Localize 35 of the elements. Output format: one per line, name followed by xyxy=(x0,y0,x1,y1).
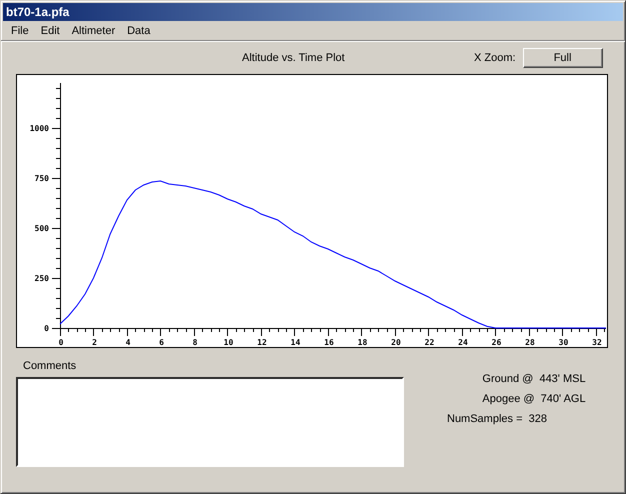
tick-label: 26 xyxy=(492,338,502,347)
stat-text: Apogee @ 740' AGL xyxy=(481,393,587,407)
tick-label: 750 xyxy=(34,174,49,183)
window-title: bt70-1a.pfa xyxy=(6,5,70,19)
tick-label: 30 xyxy=(558,338,568,347)
comments-label: Comments xyxy=(23,360,78,374)
tick-label: 32 xyxy=(592,338,602,347)
tick-label: 24 xyxy=(458,338,468,347)
tick-label: 14 xyxy=(290,338,300,347)
tick-label: 10 xyxy=(224,338,234,347)
tick-label: 8 xyxy=(192,338,198,347)
menu-item[interactable]: Edit xyxy=(34,24,66,36)
zoom-label: X Zoom: xyxy=(474,52,516,64)
tick-label: 250 xyxy=(34,274,49,283)
tick-label: 500 xyxy=(34,224,49,233)
stat-text: Ground @ 443' MSL xyxy=(481,373,587,387)
tick-label: 6 xyxy=(159,338,164,347)
stat-text: NumSamples = 328 xyxy=(446,413,548,427)
tick-label: 0 xyxy=(44,324,49,333)
tick-label: 28 xyxy=(525,338,535,347)
tick-label: 18 xyxy=(358,338,368,347)
menu-item[interactable]: File xyxy=(5,24,35,36)
menu-item[interactable]: Data xyxy=(121,24,156,36)
tick-label: 20 xyxy=(391,338,401,347)
tick-label: 22 xyxy=(424,338,434,347)
tick-label: 12 xyxy=(257,338,267,347)
chart-title: Altitude vs. Time Plot xyxy=(242,52,346,64)
menu-item[interactable]: Altimeter xyxy=(66,24,122,36)
tick-label: 2 xyxy=(92,338,97,347)
tick-label: 4 xyxy=(126,338,130,347)
tick-label: 1000 xyxy=(30,124,49,133)
zoom-button[interactable]: Full xyxy=(522,48,603,68)
comments-field[interactable] xyxy=(16,377,404,467)
tick-label: 0 xyxy=(58,338,64,347)
tick-label: 16 xyxy=(324,338,334,347)
